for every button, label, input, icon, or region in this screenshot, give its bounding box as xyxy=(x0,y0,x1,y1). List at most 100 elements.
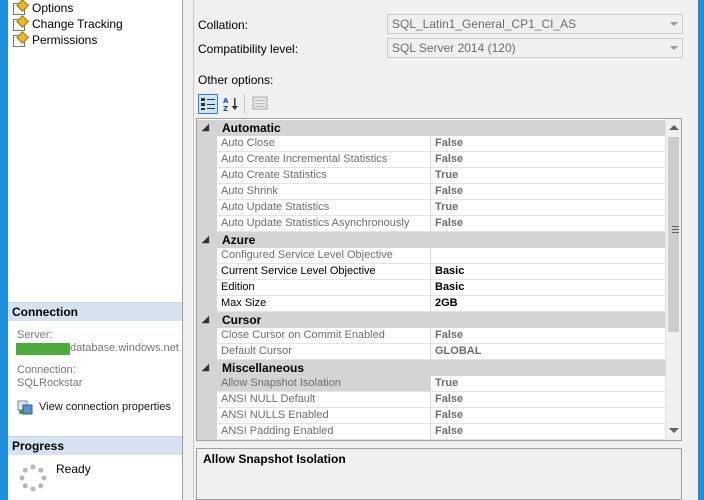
compatibility-level-label: Compatibility level: xyxy=(198,42,299,56)
grid-row-gutter xyxy=(197,152,217,168)
collapse-icon[interactable]: ◢ xyxy=(202,234,212,244)
chevron-down-icon xyxy=(670,46,678,50)
progress-spinner-icon xyxy=(19,464,47,492)
grid-property-row[interactable]: Auto Close False xyxy=(197,136,666,152)
compatibility-level-value: SQL Server 2014 (120) xyxy=(392,41,516,55)
select-page-pane: Options Change Tracking Permissions Conn… xyxy=(8,0,183,500)
grid-category-row[interactable]: ◢ Azure xyxy=(197,232,666,248)
grid-property-row[interactable]: Default Cursor GLOBAL xyxy=(197,344,666,360)
grid-property-name: ANSI NULLS Enabled xyxy=(217,408,431,424)
grid-property-value[interactable]: GLOBAL xyxy=(431,344,666,360)
grid-row-gutter xyxy=(197,296,217,312)
grid-property-name: Auto Shrink xyxy=(217,184,431,200)
progress-section-header: Progress xyxy=(8,436,182,455)
grid-property-row[interactable]: Max Size 2GB xyxy=(197,296,666,312)
grid-property-row[interactable]: Auto Shrink False xyxy=(197,184,666,200)
grid-row-gutter xyxy=(197,424,217,440)
grid-property-row[interactable]: Allow Snapshot Isolation True xyxy=(197,376,666,392)
grid-property-value[interactable]: 2GB xyxy=(431,296,666,312)
grid-category-name: Cursor xyxy=(222,313,262,327)
collapse-icon[interactable]: ◢ xyxy=(202,314,212,324)
grid-property-value[interactable]: False xyxy=(431,408,666,424)
grid-property-value[interactable]: True xyxy=(431,168,666,184)
grid-property-value[interactable]: Basic xyxy=(431,264,666,280)
grid-property-name: ANSI Padding Enabled xyxy=(217,424,431,440)
grid-property-row[interactable]: ANSI NULL Default False xyxy=(197,392,666,408)
collapse-icon[interactable]: ◢ xyxy=(202,362,212,372)
collapse-icon[interactable]: ◢ xyxy=(202,122,212,132)
grid-row-gutter xyxy=(197,200,217,216)
grid-row-gutter xyxy=(197,216,217,232)
page-item-change-tracking[interactable]: Change Tracking xyxy=(12,15,123,32)
scroll-up-arrow-icon[interactable] xyxy=(669,125,679,130)
grid-property-value[interactable]: False xyxy=(431,216,666,232)
other-options-label: Other options: xyxy=(198,73,274,87)
grid-property-name: Auto Close xyxy=(217,136,431,152)
grid-property-row[interactable]: Current Service Level Objective Basic xyxy=(197,264,666,280)
grid-row-gutter xyxy=(197,408,217,424)
grid-row-gutter xyxy=(197,376,217,392)
scrollbar-thumb[interactable] xyxy=(668,137,679,332)
grid-property-value[interactable] xyxy=(431,248,666,264)
grid-property-row[interactable]: Configured Service Level Objective xyxy=(197,248,666,264)
grid-property-row[interactable]: Auto Create Statistics True xyxy=(197,168,666,184)
window-border-right xyxy=(698,0,704,500)
categorized-icon xyxy=(201,98,215,110)
options-icon xyxy=(12,0,29,15)
grid-property-value[interactable]: False xyxy=(431,152,666,168)
grid-property-name: Default Cursor xyxy=(217,344,431,360)
grid-property-name: Max Size xyxy=(217,296,431,312)
grid-row-gutter xyxy=(197,136,217,152)
grid-property-row[interactable]: ANSI NULLS Enabled False xyxy=(197,408,666,424)
change-tracking-icon xyxy=(12,15,29,31)
page-item-options[interactable]: Options xyxy=(12,0,73,16)
description-panel: Allow Snapshot Isolation xyxy=(196,448,682,500)
grid-property-name: ANSI Warnings Enabled xyxy=(217,440,431,441)
compatibility-level-combobox[interactable]: SQL Server 2014 (120) xyxy=(387,38,683,58)
server-value: database.windows.net xyxy=(70,342,179,354)
grid-property-name: Current Service Level Objective xyxy=(217,264,431,280)
grid-property-row[interactable]: Auto Create Incremental Statistics False xyxy=(197,152,666,168)
chevron-down-icon xyxy=(670,22,678,26)
grid-row-gutter xyxy=(197,248,217,264)
grid-property-value[interactable]: False xyxy=(431,392,666,408)
grid-property-value[interactable]: True xyxy=(431,376,666,392)
grid-property-value[interactable]: True xyxy=(431,200,666,216)
property-grid[interactable]: ◢ Automatic Auto Close False Auto Create Inc… xyxy=(196,118,682,441)
connection-properties-icon xyxy=(17,400,33,415)
property-grid-scrollbar[interactable] xyxy=(665,119,681,440)
grid-property-value[interactable]: False xyxy=(431,424,666,440)
grid-row-gutter xyxy=(197,440,217,441)
grid-property-name: Auto Update Statistics xyxy=(217,200,431,216)
sort-alphabetical-icon: A Z xyxy=(223,97,238,113)
page-item-permissions[interactable]: Permissions xyxy=(12,31,98,48)
grid-property-value[interactable]: Basic xyxy=(431,280,666,296)
grid-property-value[interactable]: False xyxy=(431,184,666,200)
grid-property-value[interactable]: False xyxy=(431,328,666,344)
grid-property-row[interactable]: Auto Update Statistics True xyxy=(197,200,666,216)
collation-combobox[interactable]: SQL_Latin1_General_CP1_CI_AS xyxy=(387,14,683,34)
grid-row-gutter xyxy=(197,280,217,296)
grid-property-value[interactable]: False xyxy=(431,440,666,441)
scroll-down-arrow-icon[interactable] xyxy=(669,428,679,433)
grid-property-row[interactable]: ANSI Warnings EnabledFalse xyxy=(197,440,666,441)
grid-row-gutter xyxy=(197,344,217,360)
grid-category-row[interactable]: ◢ Cursor xyxy=(197,312,666,328)
categorized-button[interactable] xyxy=(198,94,218,114)
grid-property-row[interactable]: Edition Basic xyxy=(197,280,666,296)
page-item-label: Permissions xyxy=(32,33,98,47)
grid-property-name: Edition xyxy=(217,280,431,296)
grid-property-name: Auto Create Statistics xyxy=(217,168,431,184)
grid-property-row[interactable]: Auto Update Statistics Asynchronously Fal… xyxy=(197,216,666,232)
grid-property-value[interactable]: False xyxy=(431,136,666,152)
grid-category-name: Azure xyxy=(222,233,256,247)
alphabetical-button[interactable]: A Z xyxy=(221,94,241,114)
property-pages-button[interactable] xyxy=(250,94,270,114)
grid-category-row[interactable]: ◢ Automatic xyxy=(197,120,666,136)
grid-category-row[interactable]: ◢ Miscellaneous xyxy=(197,360,666,376)
grid-property-row[interactable]: Close Cursor on Commit Enabled False xyxy=(197,328,666,344)
property-pages-icon xyxy=(252,96,268,110)
grid-property-name: Auto Create Incremental Statistics xyxy=(217,152,431,168)
view-connection-properties-link[interactable]: View connection properties xyxy=(17,399,171,415)
grid-property-row[interactable]: ANSI Padding Enabled False xyxy=(197,424,666,440)
